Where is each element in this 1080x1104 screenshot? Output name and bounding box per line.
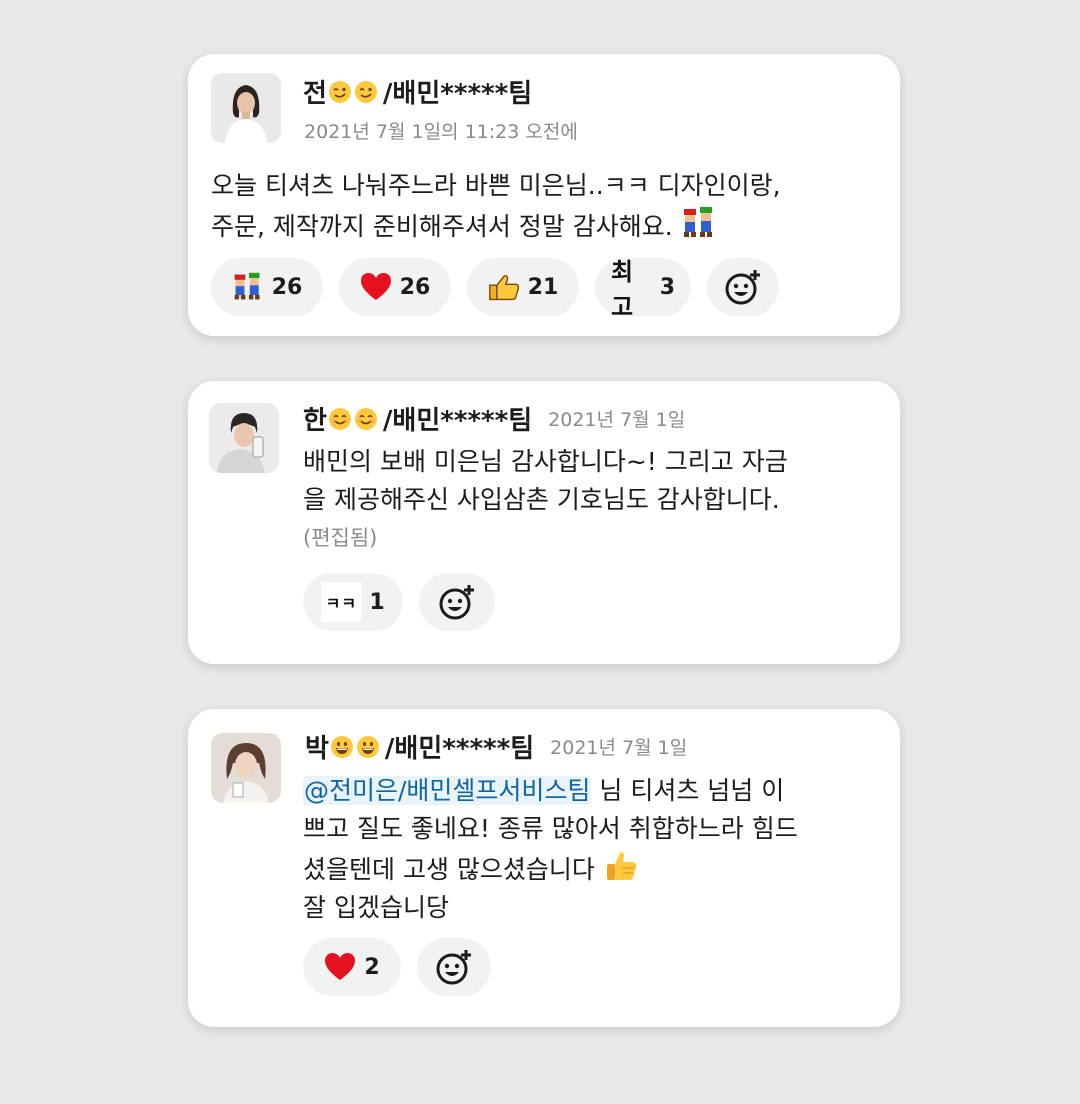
avatar[interactable] (211, 733, 281, 803)
message-text: 오늘 티셔츠 나눠주느라 바쁜 미은님..ㅋㅋ 디자인이랑, 주문, 제작까지 … (211, 171, 781, 241)
mario-luigi-icon (681, 205, 717, 241)
reaction-count: 3 (659, 274, 675, 300)
reaction-count: 1 (369, 589, 385, 615)
reaction-thumbs-up-custom[interactable]: 21 (467, 258, 579, 316)
message-card: 전 /배민*****팀 2021년 7월 1일의 11:23 오전에 오늘 티셔… (188, 54, 900, 336)
add-reaction-button[interactable] (417, 938, 491, 996)
message-text: 배민의 보배 미은님 감사합니다~! 그리고 자금 을 제공해주신 사입삼촌 기… (303, 447, 788, 514)
user-mention[interactable]: @전미은/배민셀프서비스팀 (303, 776, 592, 805)
wink-face-icon (354, 80, 378, 104)
author-name[interactable]: 한 /배민*****팀 (303, 400, 532, 437)
timestamp[interactable]: 2021년 7월 1일 (550, 733, 687, 760)
add-reaction-icon (438, 583, 476, 621)
wink-face-icon (328, 80, 352, 104)
message-card: 한 /배민*****팀 2021년 7월 1일 배민의 보배 미은님 감사합니다… (188, 381, 900, 664)
add-reaction-icon (435, 948, 473, 986)
red-heart-icon (324, 951, 356, 983)
add-reaction-icon (724, 268, 762, 306)
reaction-red-heart[interactable]: 26 (339, 258, 451, 316)
reaction-count: 26 (399, 274, 431, 300)
timestamp[interactable]: 2021년 7월 1일 (548, 405, 685, 432)
choego-icon: 최고 (611, 258, 633, 321)
smile-face-icon (328, 407, 352, 431)
kk-icon: ㅋㅋ (321, 582, 362, 622)
reaction-mario-luigi[interactable]: 26 (211, 258, 323, 316)
grin-face-icon (330, 735, 354, 759)
timestamp[interactable]: 2021년 7월 1일의 11:23 오전에 (304, 117, 578, 144)
author-name[interactable]: 전 /배민*****팀 (303, 73, 532, 110)
reaction-red-heart[interactable]: 2 (303, 938, 401, 996)
avatar[interactable] (211, 73, 281, 143)
thumbs-up-icon (603, 848, 639, 884)
red-heart-icon (360, 271, 392, 303)
reaction-choego[interactable]: 최고 3 (595, 258, 691, 321)
author-name[interactable]: 박 /배민*****팀 (305, 728, 534, 765)
add-reaction-button[interactable] (419, 573, 495, 631)
reaction-count: 21 (527, 274, 559, 300)
mario-luigi-icon (232, 271, 264, 303)
avatar[interactable] (209, 403, 279, 473)
message-text: @전미은/배민셀프서비스팀 님 티셔츠 넘넘 이 쁘고 질도 좋네요! 종류 많… (303, 776, 798, 922)
reaction-count: 26 (271, 274, 303, 300)
thumbs-up-custom-icon (488, 271, 520, 303)
grin-face-icon (356, 735, 380, 759)
edited-label: (편집됨) (303, 526, 378, 550)
reaction-kk[interactable]: ㅋㅋ 1 (303, 573, 403, 631)
message-card: 박 /배민*****팀 2021년 7월 1일 @전미은/배민셀프서비스팀 님 … (188, 709, 900, 1027)
reaction-count: 2 (364, 954, 380, 980)
add-reaction-button[interactable] (707, 258, 779, 316)
smile-face-icon (354, 407, 378, 431)
